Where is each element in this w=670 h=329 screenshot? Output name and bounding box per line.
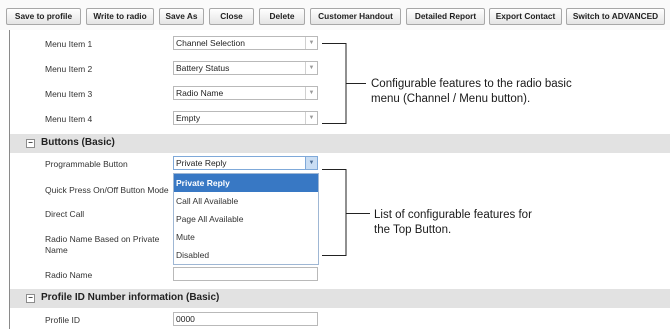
settings-panel: Menu Item 1 Channel Selection ▼ Menu Ite… [0,30,670,329]
save-to-profile-button[interactable]: Save to profile [6,8,81,25]
menu-callout-line-2: menu (Channel / Menu button). [371,93,531,105]
detailed-report-button[interactable]: Detailed Report [406,8,485,25]
save-as-button[interactable]: Save As [159,8,204,25]
write-to-radio-button[interactable]: Write to radio [86,8,154,25]
top-button-bracket [322,169,347,256]
close-button[interactable]: Close [209,8,254,25]
menu-callout-line-1: Configurable features to the radio basic [371,78,572,90]
top-button-callout-line-1: List of configurable features for [374,209,532,221]
export-contact-button[interactable]: Export Contact [489,8,562,25]
switch-to-advanced-button[interactable]: Switch to ADVANCED [566,8,665,25]
customer-handout-button[interactable]: Customer Handout [310,8,401,25]
top-button-callout-line-2: the Top Button. [374,224,452,236]
toolbar: Save to profile Write to radio Save As C… [0,0,670,30]
delete-button[interactable]: Delete [259,8,305,25]
callout-brackets [322,43,370,256]
menu-bracket [322,43,347,124]
